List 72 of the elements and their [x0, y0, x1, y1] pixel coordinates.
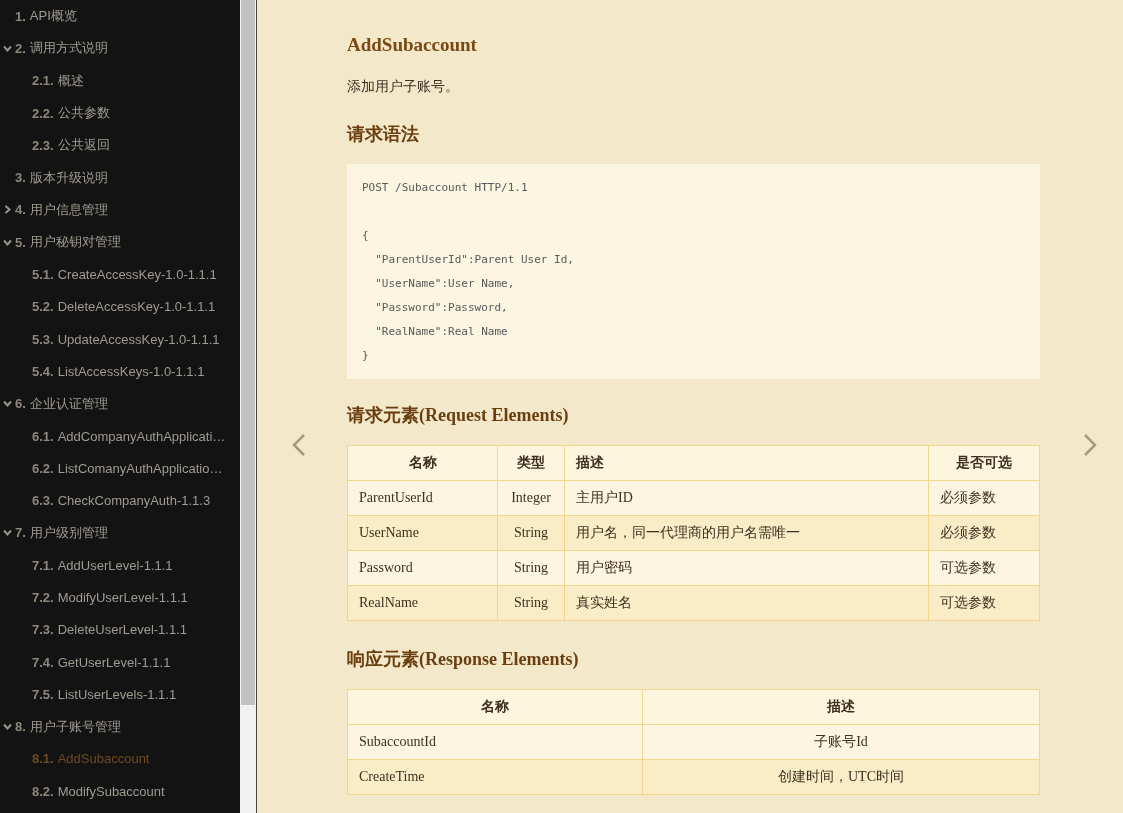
- code-line: "ParentUserId":Parent User Id,: [374, 252, 575, 268]
- section-heading: 响应元素(Response Elements): [347, 648, 580, 671]
- table-cell: 可选参数: [928, 550, 1040, 586]
- scrollbar-thumb[interactable]: [241, 0, 255, 705]
- table-cell: ParentUserId: [347, 480, 498, 516]
- code-line: }: [362, 348, 370, 364]
- table-cell: 子账号Id: [642, 724, 1040, 760]
- code-line: "RealName":Real Name: [374, 324, 509, 340]
- nav-item[interactable]: 3. 版本升级说明: [0, 161, 240, 194]
- nav-item[interactable]: 5.4. ListAccessKeys-1.0-1.1.1: [0, 355, 240, 388]
- nav-item[interactable]: 2.1. 概述: [0, 64, 240, 97]
- table-cell: Integer: [497, 480, 565, 516]
- nav-item[interactable]: 1. API概览: [0, 0, 240, 33]
- nav-item[interactable]: 7. 用户级别管理: [0, 516, 240, 550]
- table-cell: UserName: [347, 515, 498, 551]
- table-cell: SubaccountId: [347, 724, 643, 760]
- table-cell: CreateTime: [347, 759, 643, 795]
- table-cell: 用户名，同一代理商的用户名需唯一: [564, 515, 929, 551]
- nav-item[interactable]: 6.2. ListComanyAuthApplicatio…: [0, 452, 240, 485]
- nav-item[interactable]: 7.3. DeleteUserLevel-1.1.1: [0, 613, 240, 646]
- table-cell: String: [497, 515, 565, 551]
- table-cell: RealName: [347, 585, 498, 621]
- chevron-down-icon: [3, 43, 12, 53]
- section-heading: 请求元素(Request Elements): [347, 404, 570, 427]
- column-header: 名称: [347, 689, 643, 725]
- nav-item[interactable]: 6.1. AddCompanyAuthApplicati…: [0, 419, 240, 453]
- nav-item[interactable]: 7.1. AddUserLevel-1.1.1: [0, 549, 240, 582]
- nav-item[interactable]: 2.3. 公共返回: [0, 129, 240, 162]
- nav-item[interactable]: 5. 用户秘钥对管理: [0, 226, 240, 259]
- table-cell: 用户密码: [564, 550, 929, 586]
- nav-item[interactable]: 5.2. DeleteAccessKey-1.0-1.1.1: [0, 290, 240, 323]
- next-page-icon[interactable]: [1083, 434, 1097, 456]
- table-cell: 真实姓名: [564, 585, 929, 621]
- chevron-right-icon: [3, 205, 12, 215]
- table-cell: String: [497, 585, 565, 621]
- nav-item[interactable]: 8.2. ModifySubaccount: [0, 775, 240, 808]
- code-line: "UserName":User Name,: [374, 276, 516, 292]
- column-header: 名称: [347, 445, 498, 481]
- table-cell: 可选参数: [928, 585, 1040, 621]
- table-cell: 必须参数: [928, 515, 1040, 551]
- column-header: 描述: [564, 445, 929, 481]
- nav-item[interactable]: 2.2. 公共参数: [0, 96, 240, 130]
- nav-item[interactable]: 7.2. ModifyUserLevel-1.1.1: [0, 581, 240, 614]
- nav-item[interactable]: 7.4. GetUserLevel-1.1.1: [0, 645, 240, 679]
- table-cell: String: [497, 550, 565, 586]
- nav-item[interactable]: 6.3. CheckCompanyAuth-1.1.3: [0, 484, 240, 517]
- table-cell: Password: [347, 550, 498, 586]
- code-line: "Password":Password,: [374, 300, 509, 316]
- table-cell: 创建时间，UTC时间: [642, 759, 1040, 795]
- page-title: AddSubaccount: [347, 34, 478, 56]
- table-cell: 主用户ID: [564, 480, 929, 516]
- nav-item[interactable]: 8. 用户子账号管理: [0, 710, 240, 743]
- code-line: {: [362, 228, 370, 244]
- chevron-down-icon: [3, 528, 12, 538]
- chevron-down-icon: [3, 237, 12, 247]
- column-header: 描述: [642, 689, 1040, 725]
- nav-item[interactable]: 5.1. CreateAccessKey-1.0-1.1.1: [0, 258, 240, 291]
- scrollbar[interactable]: [240, 0, 257, 813]
- nav-item[interactable]: 6. 企业认证管理: [0, 387, 240, 420]
- nav-item[interactable]: 7.5. ListUserLevels-1.1.1: [0, 678, 240, 711]
- chevron-down-icon: [3, 399, 12, 409]
- table-cell: 必须参数: [928, 480, 1040, 516]
- nav-item[interactable]: 2. 调用方式说明: [0, 32, 240, 65]
- chevron-down-icon: [3, 722, 12, 732]
- column-header: 是否可选: [928, 445, 1040, 481]
- code-line: POST /Subaccount HTTP/1.1: [362, 180, 529, 196]
- nav-item[interactable]: 4. 用户信息管理: [0, 193, 240, 227]
- description-text: 添加用户子账号。: [347, 78, 460, 96]
- nav-item[interactable]: 5.3. UpdateAccessKey-1.0-1.1.1: [0, 322, 240, 356]
- column-header: 类型: [497, 445, 565, 481]
- previous-page-icon[interactable]: [292, 434, 306, 456]
- section-heading: 请求语法: [347, 123, 420, 146]
